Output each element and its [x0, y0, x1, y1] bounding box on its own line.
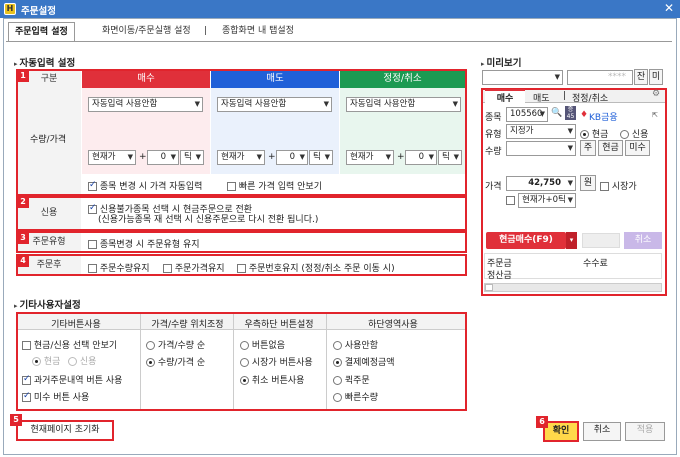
- preview-cash-radio[interactable]: 현금: [580, 127, 608, 140]
- link-icon[interactable]: ⇱: [652, 111, 658, 119]
- preview-stock-name: KB금융: [589, 113, 618, 123]
- radio-icon[interactable]: [620, 130, 629, 139]
- badge-5: 5: [10, 414, 22, 426]
- badge-1: 1: [17, 70, 29, 82]
- preview-credit-label: 신용: [631, 130, 649, 140]
- preview-price-sel-check[interactable]: [506, 196, 515, 206]
- preview-tab-sep: |: [563, 91, 567, 101]
- gear-icon[interactable]: ⚙: [652, 89, 660, 99]
- preview-share-button[interactable]: 주: [580, 140, 596, 156]
- preview-unfilled-button[interactable]: 미: [649, 69, 663, 85]
- preview-price-select[interactable]: 현재가+0틱 ▼: [518, 193, 576, 208]
- auto-input-title: 자동입력 설정: [14, 55, 76, 69]
- preview-scrollbar[interactable]: [484, 283, 662, 292]
- badge-2: 2: [17, 196, 29, 208]
- radio-icon[interactable]: [580, 130, 589, 139]
- preview-qty-input[interactable]: ▼: [506, 141, 576, 156]
- preview-won-button[interactable]: 원: [580, 175, 596, 191]
- checkbox-icon[interactable]: [600, 182, 609, 191]
- preview-stock-code-value: 105560: [510, 109, 543, 119]
- apply-button[interactable]: 적용: [625, 422, 665, 441]
- preview-buy-button[interactable]: 현금매수(F9): [486, 232, 566, 249]
- preview-price-select-value: 현재가+0틱: [522, 195, 566, 205]
- preview-balance-button[interactable]: 잔: [634, 69, 648, 85]
- stock-badge-icon: 증 45: [565, 106, 576, 120]
- ok-button[interactable]: 확인: [543, 421, 579, 442]
- preview-price-value: 42,750: [528, 178, 561, 188]
- reset-page-button[interactable]: 현재페이지 초기화: [16, 420, 114, 441]
- badge-4: 4: [17, 255, 29, 267]
- scrollbar-thumb[interactable]: [485, 284, 493, 291]
- preview-title: 미리보기: [481, 55, 522, 69]
- stock-flag-icon: ♦: [580, 110, 589, 120]
- reset-page-label: 현재페이지 초기화: [30, 425, 100, 435]
- tab-screen-move[interactable]: 화면이동/주문실행 설정: [96, 22, 197, 42]
- ok-label: 확인: [552, 426, 570, 436]
- preview-type-select[interactable]: 지정가 ▼: [506, 124, 576, 139]
- preview-market-check[interactable]: 시장가: [600, 179, 637, 192]
- preview-account-select[interactable]: ▼: [482, 70, 563, 85]
- highlight-box-2: [16, 196, 467, 231]
- preview-price-label: 가격: [485, 182, 502, 192]
- search-icon[interactable]: 🔍: [551, 108, 562, 118]
- badge-3: 3: [17, 232, 29, 244]
- preview-buy-label: 현금매수(F9): [499, 235, 553, 245]
- stepper-icon: ▼: [567, 179, 573, 187]
- highlight-box-4: [16, 254, 467, 276]
- preview-stock-label: 종목: [485, 113, 502, 123]
- preview-qty-label: 수량: [485, 147, 502, 157]
- tab-divider: [6, 41, 672, 42]
- preview-type-value: 지정가: [510, 126, 534, 136]
- preview-tab-modify[interactable]: 정정/취소: [572, 91, 608, 104]
- title-bar: H 주문설정 ✕: [0, 0, 680, 18]
- preview-market-label: 시장가: [611, 182, 637, 192]
- window-title: 주문설정: [21, 6, 56, 17]
- chevron-down-icon: ▼: [567, 196, 573, 204]
- highlight-box-etc: [16, 312, 467, 411]
- cancel-button[interactable]: 취소: [583, 422, 621, 441]
- preview-cancel-button[interactable]: 취소: [624, 232, 662, 249]
- preview-stock-code[interactable]: 105560 ▼: [506, 107, 548, 122]
- close-icon[interactable]: ✕: [662, 2, 676, 16]
- etc-title: 기타사용자설정: [14, 297, 81, 311]
- highlight-box-3: [16, 231, 467, 253]
- preview-fee: 수수료: [583, 259, 608, 269]
- preview-settle: 정산금: [487, 271, 512, 281]
- stepper-icon: ▼: [567, 144, 573, 152]
- preview-cash-qty-button[interactable]: 현금: [598, 140, 623, 156]
- preview-misu-qty-button[interactable]: 미수: [625, 140, 650, 156]
- chevron-down-icon: ▼: [554, 73, 560, 81]
- preview-type-label: 유형: [485, 130, 502, 140]
- checkbox-icon[interactable]: [506, 196, 515, 205]
- tab-order-input[interactable]: 주문입력 설정: [8, 22, 75, 42]
- app-logo-icon: H: [4, 3, 16, 15]
- chevron-down-icon[interactable]: ▾: [566, 232, 577, 249]
- preview-price-input[interactable]: 42,750 ▼: [506, 176, 576, 191]
- preview-tab-sell[interactable]: 매도: [533, 91, 550, 104]
- tab-combined-screen[interactable]: 종합화면 내 탭설정: [216, 22, 300, 42]
- chevron-down-icon: ▼: [567, 127, 573, 135]
- highlight-box-1: [16, 69, 467, 196]
- preview-credit-radio[interactable]: 신용: [620, 127, 648, 140]
- tab-separator: |: [204, 26, 208, 36]
- chevron-down-icon: ▼: [539, 110, 545, 118]
- preview-tab-buy[interactable]: 매수: [485, 89, 525, 104]
- preview-blank-field: [582, 233, 620, 248]
- badge-6: 6: [536, 416, 548, 428]
- preview-stars: ****: [608, 72, 626, 82]
- preview-cash-label: 현금: [591, 130, 609, 140]
